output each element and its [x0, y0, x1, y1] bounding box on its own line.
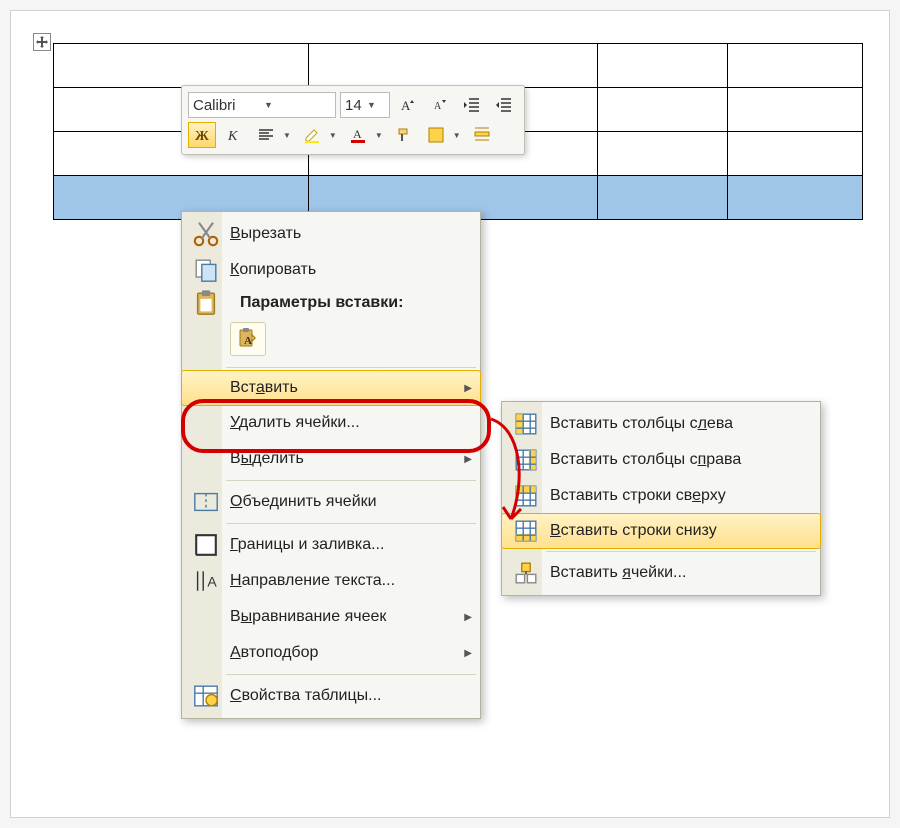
document-area: Calibri ▼ 14 ▼ A A Ж К ▼ ▼ A ▼ ▼ — [10, 10, 890, 818]
paste-icon — [192, 292, 220, 314]
menu-table-properties[interactable]: Свойства таблицы... — [182, 678, 480, 714]
menu-cell-alignment[interactable]: Выравнивание ячеек ▶ — [182, 599, 480, 635]
table-properties-icon — [192, 685, 220, 707]
menu-label: Автоподбор — [230, 644, 458, 662]
menu-label: Удалить ячейки... — [230, 414, 472, 432]
menu-merge-cells[interactable]: Объединить ячейки — [182, 484, 480, 520]
italic-button[interactable]: К — [220, 122, 248, 148]
menu-label: Направление текста... — [230, 572, 472, 590]
menu-select[interactable]: Выделить ▶ — [182, 441, 480, 477]
menu-label: Границы и заливка... — [230, 536, 472, 554]
menu-label: Свойства таблицы... — [230, 687, 472, 705]
insert-column-left-icon — [512, 413, 540, 435]
menu-label: Выделить — [230, 450, 458, 468]
svg-text:A: A — [434, 101, 442, 112]
menu-label: Вставить ячейки... — [550, 564, 812, 582]
menu-label: Вставить строки сверху — [550, 487, 812, 505]
context-menu: Вырезать Копировать Параметры вставки: A… — [181, 211, 481, 719]
menu-text-direction[interactable]: A Направление текста... — [182, 563, 480, 599]
submenu-insert-cols-left[interactable]: Вставить столбцы слева — [502, 406, 820, 442]
menu-borders-shading[interactable]: Границы и заливка... — [182, 527, 480, 563]
svg-text:A: A — [401, 98, 411, 113]
insert-row-button[interactable] — [468, 122, 496, 148]
chevron-down-icon[interactable]: ▼ — [372, 131, 386, 140]
shrink-font-button[interactable]: A — [426, 92, 454, 118]
svg-text:К: К — [227, 129, 238, 144]
menu-label: Вставить строки снизу — [550, 522, 812, 540]
menu-label: Объединить ячейки — [230, 493, 472, 511]
menu-delete-cells[interactable]: Удалить ячейки... — [182, 405, 480, 441]
paste-options-label: Параметры вставки: — [240, 294, 403, 312]
font-size-value: 14 — [345, 97, 363, 114]
chevron-down-icon[interactable]: ▼ — [326, 131, 340, 140]
insert-row-above-icon — [512, 485, 540, 507]
insert-row-below-icon — [512, 520, 540, 542]
menu-label: Вырезать — [230, 225, 472, 243]
svg-text:Ж: Ж — [195, 129, 209, 144]
menu-label: Вставить — [230, 379, 458, 397]
chevron-down-icon[interactable]: ▼ — [280, 131, 294, 140]
bold-button[interactable]: Ж — [188, 122, 216, 148]
svg-text:A: A — [207, 574, 217, 590]
menu-label: Вставить столбцы справа — [550, 451, 812, 469]
paste-option-keep-source[interactable]: A — [230, 322, 266, 356]
highlight-button[interactable] — [298, 122, 326, 148]
svg-text:A: A — [353, 127, 362, 141]
chevron-down-icon[interactable]: ▼ — [450, 131, 464, 140]
insert-column-right-icon — [512, 449, 540, 471]
merge-cells-icon — [192, 491, 220, 513]
font-name-value: Calibri — [193, 97, 260, 114]
submenu-insert-cells[interactable]: Вставить ячейки... — [502, 555, 820, 591]
submenu-insert-rows-below[interactable]: Вставить строки снизу — [501, 513, 821, 549]
increase-indent-button[interactable] — [490, 92, 518, 118]
font-name-combo[interactable]: Calibri ▼ — [188, 92, 336, 118]
menu-copy[interactable]: Копировать — [182, 252, 480, 288]
insert-submenu: Вставить столбцы слева Вставить столбцы … — [501, 401, 821, 596]
submenu-arrow-icon: ▶ — [464, 454, 472, 465]
chevron-down-icon[interactable]: ▼ — [363, 100, 385, 110]
font-color-button[interactable]: A — [344, 122, 372, 148]
submenu-insert-cols-right[interactable]: Вставить столбцы справа — [502, 442, 820, 478]
menu-label: Выравнивание ячеек — [230, 608, 458, 626]
svg-text:A: A — [244, 335, 252, 347]
cut-icon — [192, 223, 220, 245]
shading-button[interactable] — [422, 122, 450, 148]
font-size-combo[interactable]: 14 ▼ — [340, 92, 390, 118]
borders-icon — [192, 534, 220, 556]
menu-insert[interactable]: Вставить ▶ — [181, 370, 481, 406]
text-direction-icon: A — [192, 570, 220, 592]
grow-font-button[interactable]: A — [394, 92, 422, 118]
menu-label: Вставить столбцы слева — [550, 415, 812, 433]
mini-toolbar: Calibri ▼ 14 ▼ A A Ж К ▼ ▼ A ▼ ▼ — [181, 85, 525, 155]
menu-cut[interactable]: Вырезать — [182, 216, 480, 252]
submenu-insert-rows-above[interactable]: Вставить строки сверху — [502, 478, 820, 514]
submenu-arrow-icon: ▶ — [464, 648, 472, 659]
chevron-down-icon[interactable]: ▼ — [260, 100, 331, 110]
table-move-handle-icon[interactable] — [33, 33, 51, 51]
decrease-indent-button[interactable] — [458, 92, 486, 118]
insert-cells-icon — [512, 562, 540, 584]
menu-autofit[interactable]: Автоподбор ▶ — [182, 635, 480, 671]
format-painter-button[interactable] — [390, 122, 418, 148]
copy-icon — [192, 259, 220, 281]
submenu-arrow-icon: ▶ — [464, 383, 472, 394]
align-button[interactable] — [252, 122, 280, 148]
submenu-arrow-icon: ▶ — [464, 612, 472, 623]
menu-label: Копировать — [230, 261, 472, 279]
